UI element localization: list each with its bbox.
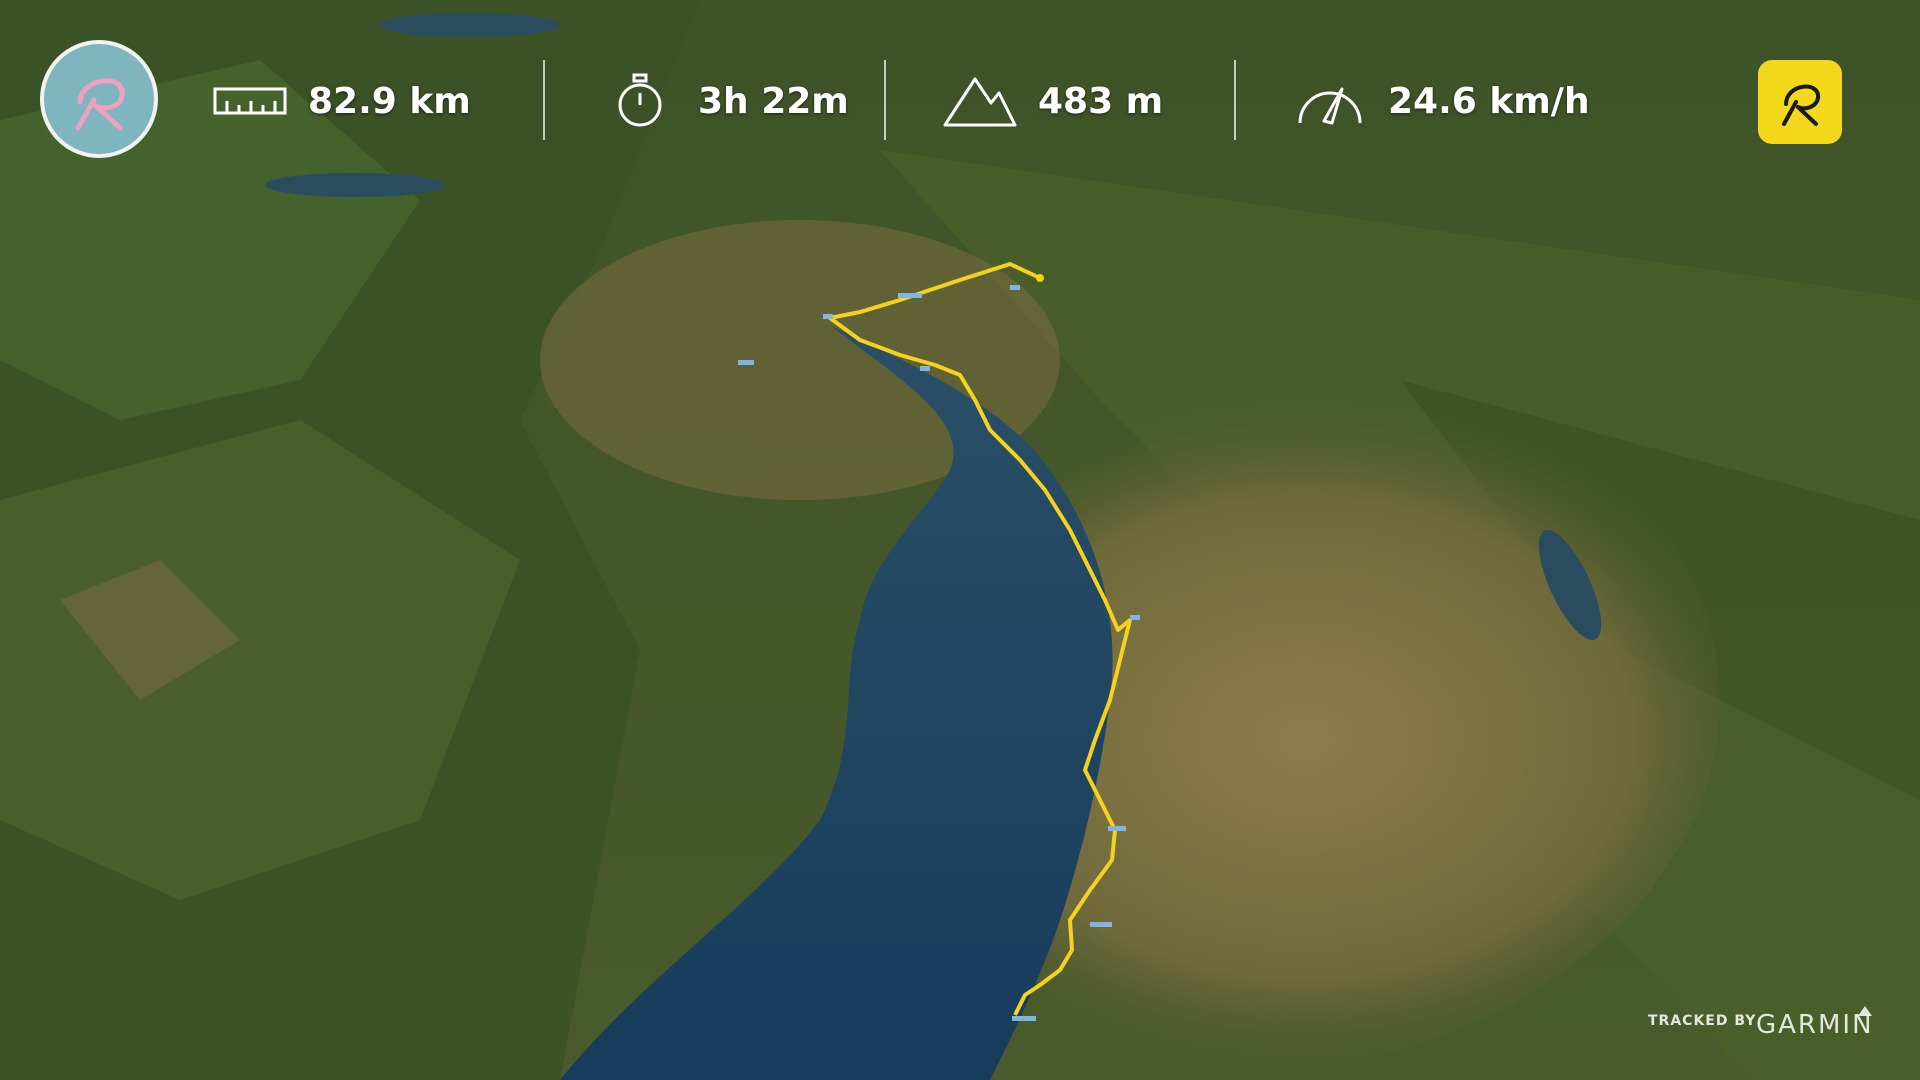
speed-stat: 24.6 km/h [1290,66,1590,136]
divider [884,60,886,140]
divider [1234,60,1236,140]
relive-logo-icon [75,78,125,131]
profile-avatar[interactable] [40,40,158,158]
garmin-logo: GARMIN [1756,1010,1874,1040]
tracked-by-label: TRACKED BY [1648,1013,1757,1029]
divider [543,60,545,140]
garmin-triangle-icon [1858,1006,1872,1016]
speedometer-icon [1290,71,1370,131]
elevation-stat: 483 m [940,66,1163,136]
speed-value: 24.6 km/h [1388,80,1590,122]
relive-brand-icon [1782,84,1820,126]
relive-brand-button[interactable] [1758,60,1842,144]
distance-stat: 82.9 km [210,66,471,136]
stats-bar: 82.9 km 3h 22m 483 m 24.6 km/h [0,0,1920,200]
elevation-value: 483 m [1038,80,1164,122]
duration-stat: 3h 22m [600,66,849,136]
distance-value: 82.9 km [308,80,471,122]
duration-value: 3h 22m [698,80,849,122]
mountain-icon [940,71,1020,131]
stopwatch-icon [600,71,680,131]
ruler-icon [210,71,290,131]
